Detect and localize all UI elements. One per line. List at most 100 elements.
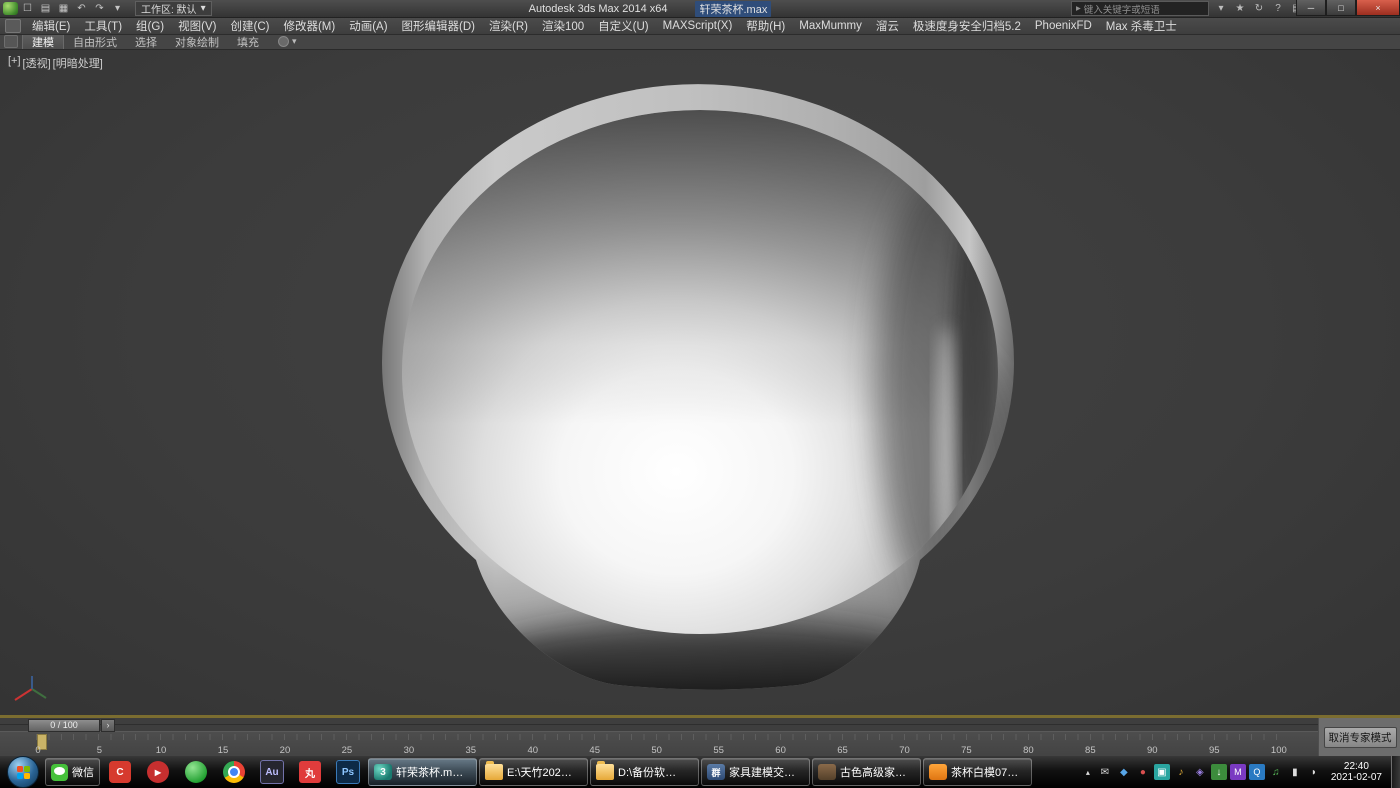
close-button[interactable]: × (1356, 0, 1400, 16)
tray-mail-icon[interactable]: ✉ (1097, 764, 1113, 780)
taskbar-window-wechat[interactable]: 微信 (45, 758, 100, 786)
maximize-button[interactable]: □ (1326, 0, 1356, 16)
viewport-menu-plus[interactable]: [+] (8, 55, 21, 71)
teacup-model (378, 80, 1023, 698)
taskbar-pinned-app[interactable]: C (101, 757, 139, 787)
tray-record-icon[interactable]: ● (1135, 764, 1151, 780)
menu-item[interactable]: MaxMummy (792, 20, 869, 32)
search-dropdown-icon[interactable]: ▾ (1214, 2, 1228, 15)
menu-item[interactable]: 溜云 (869, 18, 906, 34)
ribbon-state-icon[interactable] (278, 36, 289, 47)
tab-freeform[interactable]: 自由形式 (64, 34, 126, 49)
menu-item[interactable]: 编辑(E) (25, 18, 77, 34)
clock-date: 2021-02-07 (1331, 772, 1382, 783)
taskbar-window-button[interactable]: D:\备份软件\... (590, 758, 699, 786)
taskbar-window-button[interactable]: 群 家具建模交流群 (701, 758, 810, 786)
tray-gpu-icon[interactable]: ▣ (1154, 764, 1170, 780)
chevron-down-icon: ▾ (201, 3, 206, 14)
cancel-expert-mode-button[interactable]: 取消专家模式 (1324, 727, 1397, 748)
app-title: Autodesk 3ds Max 2014 x64 (529, 3, 668, 15)
undo-icon[interactable]: ↶ (73, 2, 90, 16)
show-desktop-button[interactable] (1391, 756, 1400, 788)
image-viewer-icon (929, 764, 947, 780)
refresh-icon[interactable]: ↻ (1252, 2, 1266, 15)
tray-audio-icon[interactable]: ♪ (1173, 764, 1189, 780)
taskbar-pinned-app[interactable] (215, 757, 253, 787)
tray-expand-icon[interactable]: ▴ (1081, 764, 1095, 780)
start-button[interactable] (7, 756, 39, 788)
taskbar-window-button[interactable]: 茶杯白模07 -... (923, 758, 1032, 786)
ribbon-grip-icon[interactable] (4, 35, 18, 48)
favorites-star-icon[interactable]: ★ (1233, 2, 1247, 15)
tray-qq-icon[interactable]: Q (1249, 764, 1265, 780)
photoshop-icon: Ps (336, 760, 360, 784)
tray-volume-icon[interactable]: ◗ (1306, 764, 1322, 780)
wan-app-icon: 丸 (299, 761, 321, 783)
tray-messenger-icon[interactable]: M (1230, 764, 1246, 780)
tray-download-icon[interactable]: ↓ (1211, 764, 1227, 780)
tab-object-paint[interactable]: 对象绘制 (166, 34, 228, 49)
ribbon-caret-icon[interactable]: ▾ (292, 36, 297, 47)
tray-sync-icon[interactable]: ◆ (1116, 764, 1132, 780)
taskbar-clock[interactable]: 22:40 2021-02-07 (1324, 761, 1389, 783)
tray-security-icon[interactable]: ◈ (1192, 764, 1208, 780)
redo-icon[interactable]: ↷ (91, 2, 108, 16)
taskbar-pinned-app[interactable]: Ps (329, 757, 367, 787)
tray-music-icon[interactable]: ♫ (1268, 764, 1284, 780)
tab-populate[interactable]: 填充 (228, 34, 268, 49)
taskbar-pinned-app[interactable]: 丸 (291, 757, 329, 787)
menu-item[interactable]: 修改器(M) (276, 18, 342, 34)
tab-selection[interactable]: 选择 (126, 34, 166, 49)
menu-launcher-icon[interactable] (5, 19, 21, 33)
title-bar: ☐ ▤ ▦ ↶ ↷ ▾ 工作区: 默认 ▾ Autodesk 3ds Max 2… (0, 0, 1400, 18)
time-slider-track[interactable]: 0 / 100 › (0, 718, 1318, 732)
menu-item[interactable]: 组(G) (129, 18, 171, 34)
viewport-label: [+] [透视] [明暗处理] (8, 55, 103, 71)
taskbar-window-button[interactable]: 3 轩荣茶杯.ma... (368, 758, 477, 786)
new-file-icon[interactable]: ☐ (19, 2, 36, 16)
tick-label: 65 (837, 745, 848, 756)
menu-item[interactable]: 帮助(H) (739, 18, 792, 34)
taskbar-pinned-app[interactable] (177, 757, 215, 787)
perspective-viewport[interactable]: [+] [透视] [明暗处理] (0, 49, 1400, 715)
menu-item[interactable]: MAXScript(X) (656, 20, 740, 32)
qat-dropdown-icon[interactable]: ▾ (109, 2, 126, 16)
taskbar-window-button[interactable]: 古色高级家具... (812, 758, 921, 786)
taskbar-window-button[interactable]: E:\天竹2020\... (479, 758, 588, 786)
save-file-icon[interactable]: ▦ (55, 2, 72, 16)
menu-item[interactable]: 极速度身安全归档5.2 (906, 18, 1028, 34)
track-bar[interactable]: 0 5 10 15 20 25 30 35 40 45 50 55 60 65 … (0, 731, 1318, 757)
menu-item[interactable]: 创建(C) (223, 18, 276, 34)
menu-item[interactable]: Max 杀毒卫士 (1099, 18, 1184, 34)
tab-modeling[interactable]: 建模 (22, 34, 64, 49)
menu-item[interactable]: 工具(T) (77, 18, 129, 34)
time-slider-handle[interactable]: 0 / 100 (28, 719, 100, 732)
red-player-app-icon: ▶ (147, 761, 169, 783)
tick-label: 70 (899, 745, 910, 756)
next-frame-button[interactable]: › (101, 719, 115, 732)
tray-network-icon[interactable]: ▮ (1287, 764, 1303, 780)
menu-item[interactable]: 渲染100 (535, 18, 591, 34)
chrome-icon (223, 761, 245, 783)
search-input[interactable]: ▸ 键入关键字或短语 (1071, 1, 1209, 16)
minimize-button[interactable]: ─ (1296, 0, 1326, 16)
window-title: Autodesk 3ds Max 2014 x64 轩荣茶杯.max (300, 0, 1000, 17)
menu-item[interactable]: 动画(A) (342, 18, 394, 34)
menu-item[interactable]: 渲染(R) (482, 18, 535, 34)
open-file-icon[interactable]: ▤ (37, 2, 54, 16)
menu-item[interactable]: PhoenixFD (1028, 20, 1099, 32)
menu-item[interactable]: 视图(V) (171, 18, 223, 34)
max-logo-icon[interactable] (3, 2, 18, 15)
viewport-menu-view[interactable]: [透视] (23, 55, 51, 71)
taskbar-pinned-app[interactable]: Au (253, 757, 291, 787)
taskbar-pinned-app[interactable]: ▶ (139, 757, 177, 787)
tick-label: 80 (1023, 745, 1034, 756)
tick-label: 75 (961, 745, 972, 756)
menu-item[interactable]: 图形编辑器(D) (395, 18, 482, 34)
workspace-selector[interactable]: 工作区: 默认 ▾ (135, 1, 212, 16)
workspace-label: 工作区: 默认 (141, 1, 197, 16)
menu-item[interactable]: 自定义(U) (591, 18, 655, 34)
help-icon[interactable]: ? (1271, 2, 1285, 15)
tick-label: 25 (342, 745, 353, 756)
viewport-menu-shading[interactable]: [明暗处理] (53, 55, 103, 71)
